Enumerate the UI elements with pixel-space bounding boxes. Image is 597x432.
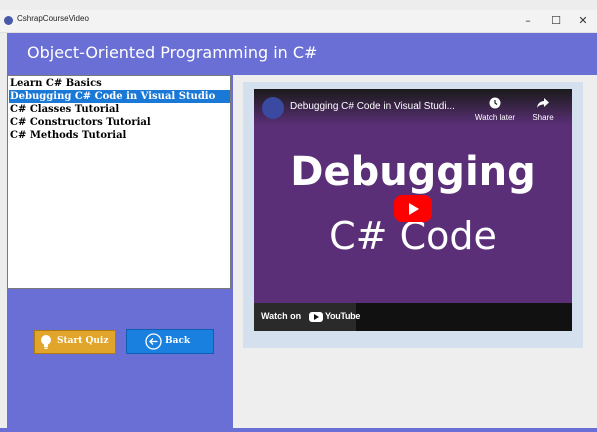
lightbulb-icon [41,335,51,349]
watch-later-button[interactable]: Watch later [472,95,518,125]
play-icon [409,203,419,215]
video-title[interactable]: Debugging C# Code in Visual Studi... [290,101,455,112]
bottom-accent-strip [0,428,597,432]
watch-on-youtube-button[interactable]: Watch on YouTube [254,303,360,331]
minimize-button[interactable]: – [514,12,542,30]
arrow-left-circle-icon [145,333,162,350]
back-button[interactable]: Back [126,329,214,354]
share-arrow-icon [537,98,549,108]
video-top-bar: Debugging C# Code in Visual Studi... Wat… [254,89,572,125]
watch-on-label: Watch on [261,311,302,321]
list-item-learn-csharp-basics[interactable]: Learn C# Basics [9,77,230,90]
share-label: Share [532,113,554,122]
maximize-button[interactable]: ☐ [542,12,570,30]
window-title: CshrapCourseVideo [17,14,89,23]
app-window: CshrapCourseVideo – ☐ ✕ Object-Oriented … [0,0,597,432]
youtube-wordmark: YouTube [325,311,361,321]
start-quiz-label: Start Quiz [57,336,109,346]
list-item-csharp-methods[interactable]: C# Methods Tutorial [9,129,230,142]
back-label: Back [165,336,191,346]
page-title: Object-Oriented Programming in C# [27,43,318,62]
list-item-csharp-classes[interactable]: C# Classes Tutorial [9,103,230,116]
channel-avatar[interactable] [262,97,284,119]
youtube-logo-icon [309,312,323,322]
clock-icon [489,97,501,109]
list-item-csharp-constructors[interactable]: C# Constructors Tutorial [9,116,230,129]
close-button[interactable]: ✕ [569,12,597,30]
thumbnail-title-line1: Debugging [290,149,536,195]
header-banner: Object-Oriented Programming in C# [7,33,597,75]
start-quiz-button[interactable]: Start Quiz [34,330,116,354]
video-bottom-bar: Watch on YouTube [254,303,572,331]
app-icon [4,16,13,25]
course-listbox[interactable]: Learn C# Basics Debugging C# Code in Vis… [7,75,231,289]
share-button[interactable]: Share [528,95,558,125]
play-button[interactable] [394,195,432,222]
video-player[interactable]: Debugging C# Code Debugging C# Code in V… [254,89,572,331]
watch-later-label: Watch later [474,113,516,122]
title-bar: CshrapCourseVideo – ☐ ✕ [0,10,597,33]
list-item-debugging-csharp[interactable]: Debugging C# Code in Visual Studio [9,90,230,103]
